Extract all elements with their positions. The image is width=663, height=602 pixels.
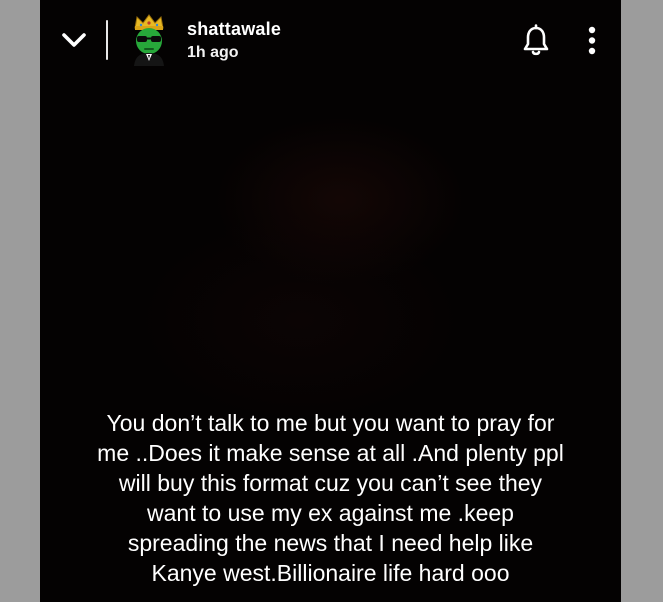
story-header: shattawale 1h ago xyxy=(40,0,621,84)
avatar-crowned-alien-icon xyxy=(134,14,164,66)
left-side-panel xyxy=(0,0,40,602)
caption-line: spreading the news that I need help like xyxy=(127,530,534,556)
right-side-panel xyxy=(621,0,663,602)
username[interactable]: shattawale xyxy=(187,18,281,40)
more-options-button[interactable] xyxy=(580,24,604,58)
close-story-button[interactable] xyxy=(58,24,90,56)
story-caption: You don’t talk to me but you want to pra… xyxy=(40,408,621,588)
caption-line: You don’t talk to me but you want to pra… xyxy=(106,410,555,436)
post-timestamp: 1h ago xyxy=(187,44,239,61)
header-divider xyxy=(106,20,108,60)
user-info: shattawale 1h ago xyxy=(187,18,281,63)
notification-button[interactable] xyxy=(520,24,552,58)
chevron-down-icon xyxy=(62,33,86,47)
story-viewer[interactable]: shattawale 1h ago You don’t talk to me b… xyxy=(40,0,621,602)
avatar[interactable] xyxy=(128,14,170,66)
caption-line: me ..Does it make sense at all .And plen… xyxy=(97,440,564,466)
caption-line: will buy this format cuz you can’t see t… xyxy=(118,470,543,496)
bell-icon xyxy=(523,24,549,56)
more-vertical-icon xyxy=(588,26,596,55)
caption-line: want to use my ex against me .keep xyxy=(147,500,514,526)
caption-line: Kanye west.Billionaire life hard ooo xyxy=(151,560,510,586)
